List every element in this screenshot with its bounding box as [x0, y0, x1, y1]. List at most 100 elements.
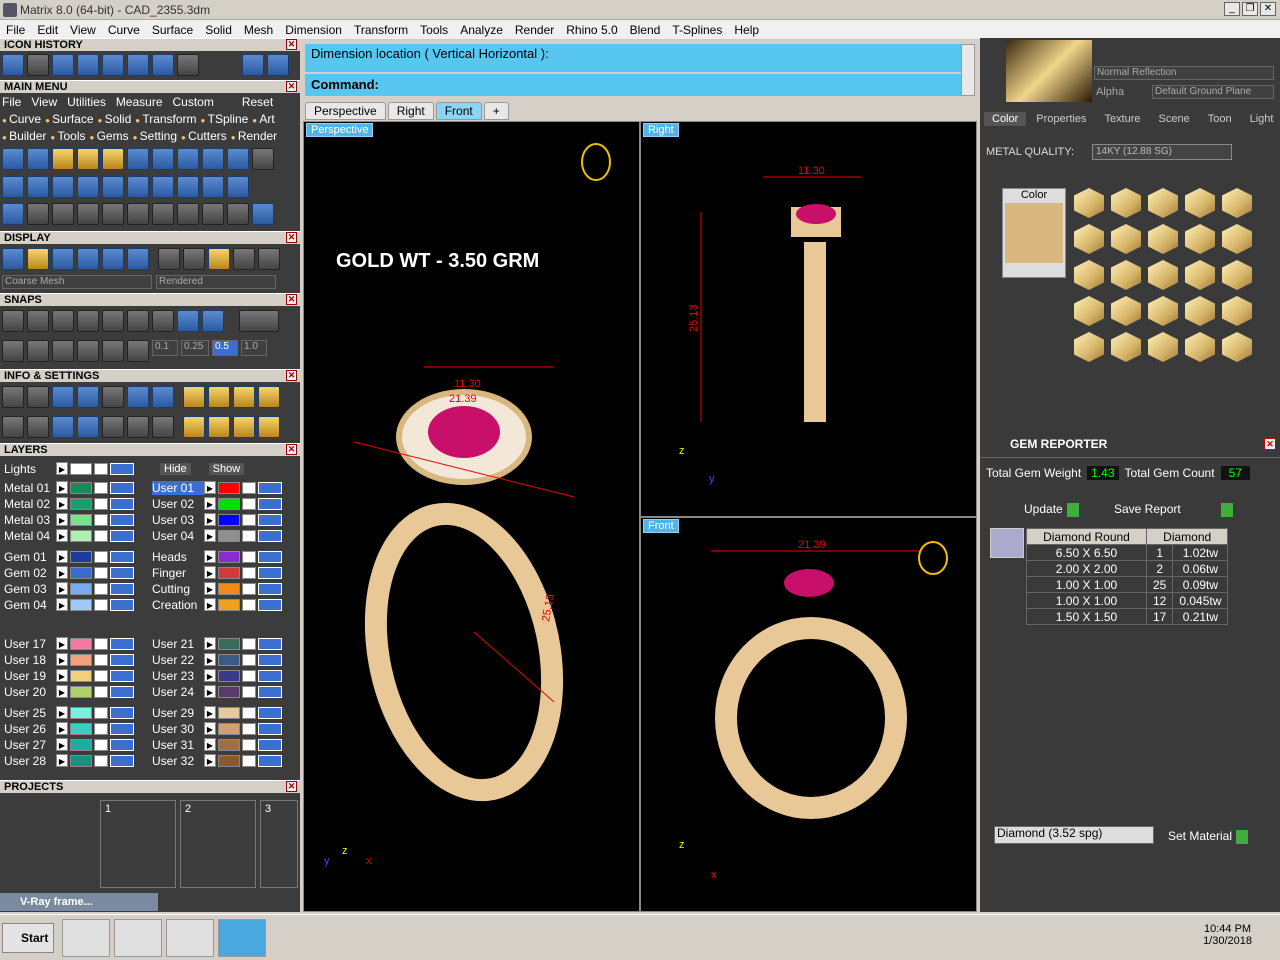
lock-icon[interactable] — [242, 669, 256, 682]
visibility-toggle[interactable] — [258, 722, 282, 735]
visibility-toggle[interactable] — [258, 529, 282, 542]
project-slot-3[interactable]: 3 — [260, 800, 298, 888]
tool-icon[interactable] — [233, 416, 255, 438]
layer-color-swatch[interactable] — [70, 497, 92, 510]
mm-utilities[interactable]: Utilities — [67, 95, 106, 109]
lock-icon[interactable] — [242, 722, 256, 735]
metal-swatch[interactable] — [1148, 260, 1178, 290]
sphere-icon[interactable] — [183, 248, 205, 270]
layer-color-swatch[interactable] — [218, 722, 240, 735]
metal-swatch[interactable] — [1111, 188, 1141, 218]
mm-cutters[interactable]: Cutters — [181, 129, 227, 143]
menu-dimension[interactable]: Dimension — [279, 23, 348, 37]
open-folder-icon[interactable] — [152, 54, 174, 76]
layer-color-swatch[interactable] — [70, 529, 92, 542]
mm-art[interactable]: Art — [252, 112, 274, 126]
snap-value-01[interactable]: 0.1 — [152, 340, 178, 356]
layer-color-swatch[interactable] — [218, 566, 240, 579]
tab-texture[interactable]: Texture — [1096, 112, 1148, 126]
visibility-toggle[interactable] — [258, 598, 282, 611]
start-button[interactable]: Start — [2, 923, 54, 953]
show-button[interactable]: Show — [208, 462, 245, 475]
expand-icon[interactable]: ▶ — [204, 706, 216, 719]
mm-transform[interactable]: Transform — [135, 112, 196, 126]
tool-icon[interactable] — [177, 148, 199, 170]
layer-row[interactable]: Gem 02 ▶ — [4, 565, 134, 580]
add-tab-button[interactable]: + — [483, 102, 509, 120]
tool-icon[interactable] — [2, 203, 24, 225]
visibility-toggle[interactable] — [258, 582, 282, 595]
layer-color-swatch[interactable] — [218, 481, 240, 494]
sphere-icon[interactable] — [158, 248, 180, 270]
tool-icon[interactable] — [183, 416, 205, 438]
visibility-toggle[interactable] — [110, 637, 134, 650]
tab-toon[interactable]: Toon — [1200, 112, 1240, 126]
tool-icon[interactable] — [202, 203, 224, 225]
tool-icon[interactable] — [52, 386, 74, 408]
layer-row[interactable]: Metal 02 ▶ — [4, 496, 134, 511]
lock-icon[interactable] — [94, 754, 108, 767]
expand-icon[interactable]: ▶ — [56, 722, 68, 735]
expand-icon[interactable]: ▶ — [204, 669, 216, 682]
lock-icon[interactable] — [242, 550, 256, 563]
expand-icon[interactable]: ▶ — [204, 598, 216, 611]
visibility-toggle[interactable] — [258, 566, 282, 579]
tool-icon[interactable] — [102, 148, 124, 170]
mm-tspline[interactable]: TSpline — [201, 112, 249, 126]
tool-icon[interactable] — [77, 203, 99, 225]
metal-swatch[interactable] — [1074, 188, 1104, 218]
grid-icon[interactable] — [2, 340, 24, 362]
tool-icon[interactable] — [52, 340, 74, 362]
layer-row[interactable]: User 20 ▶ — [4, 684, 134, 699]
lock-icon[interactable] — [242, 529, 256, 542]
close-button[interactable]: ✕ — [1260, 2, 1276, 16]
metal-swatch[interactable] — [1148, 296, 1178, 326]
tool-icon[interactable] — [252, 148, 274, 170]
layer-color-swatch[interactable] — [218, 598, 240, 611]
layer-row[interactable]: User 21 ▶ — [152, 636, 282, 651]
lock-icon[interactable] — [94, 582, 108, 595]
layer-row[interactable]: User 22 ▶ — [152, 652, 282, 667]
tool-icon[interactable] — [77, 340, 99, 362]
lock-icon[interactable] — [94, 653, 108, 666]
tab-color[interactable]: Color — [984, 112, 1027, 126]
layer-color-swatch[interactable] — [70, 566, 92, 579]
snap-icon[interactable] — [152, 310, 174, 332]
metal-swatch[interactable] — [1222, 260, 1252, 290]
expand-icon[interactable]: ▶ — [56, 653, 68, 666]
tool-icon[interactable] — [227, 176, 249, 198]
lock-icon[interactable] — [94, 738, 108, 751]
metal-swatch[interactable] — [1185, 188, 1215, 218]
visibility-toggle[interactable] — [110, 706, 134, 719]
lock-icon[interactable] — [94, 497, 108, 510]
visibility-toggle[interactable] — [110, 598, 134, 611]
expand-icon[interactable]: ▶ — [204, 653, 216, 666]
expand-icon[interactable]: ▶ — [56, 598, 68, 611]
visibility-toggle[interactable] — [110, 738, 134, 751]
visibility-toggle[interactable] — [110, 582, 134, 595]
snap-icon[interactable] — [77, 310, 99, 332]
layer-color-swatch[interactable] — [218, 550, 240, 563]
layer-color-swatch[interactable] — [218, 685, 240, 698]
metal-swatch[interactable] — [1222, 296, 1252, 326]
tool-icon[interactable] — [227, 203, 249, 225]
layer-row[interactable]: User 01 ▶ — [152, 480, 282, 495]
menu-mesh[interactable]: Mesh — [238, 23, 279, 37]
hide-button[interactable]: Hide — [160, 462, 191, 475]
lock-icon[interactable] — [242, 481, 256, 494]
visibility-toggle[interactable] — [110, 722, 134, 735]
arrow-right-icon[interactable] — [267, 54, 289, 76]
layer-color-swatch[interactable] — [70, 722, 92, 735]
set-material-button[interactable]: Set Material — [1168, 828, 1249, 844]
lock-icon[interactable] — [94, 706, 108, 719]
snap-icon[interactable] — [2, 310, 24, 332]
metal-swatch[interactable] — [1148, 332, 1178, 362]
ring-icon[interactable] — [252, 203, 274, 225]
layer-color-swatch[interactable] — [70, 481, 92, 494]
tab-scene[interactable]: Scene — [1151, 112, 1198, 126]
tool-icon[interactable] — [152, 176, 174, 198]
expand-icon[interactable]: ▶ — [56, 685, 68, 698]
metal-swatch[interactable] — [1148, 188, 1178, 218]
menu-tools[interactable]: Tools — [414, 23, 454, 37]
tool-icon[interactable] — [77, 176, 99, 198]
